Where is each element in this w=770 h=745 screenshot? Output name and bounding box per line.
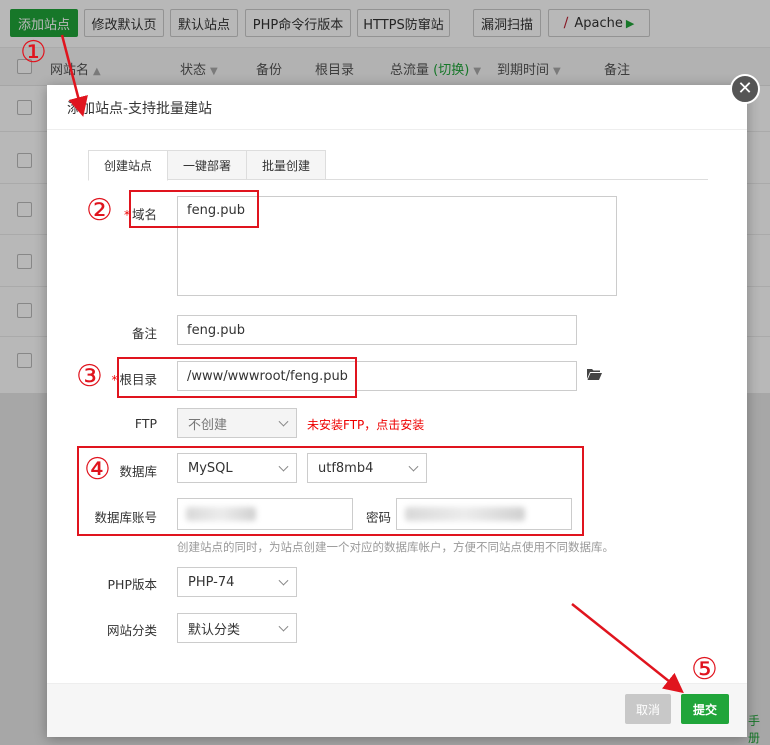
annotation-arrows xyxy=(60,34,684,694)
arrow-to-submit xyxy=(571,603,684,694)
arrow-to-dialog xyxy=(60,34,88,117)
